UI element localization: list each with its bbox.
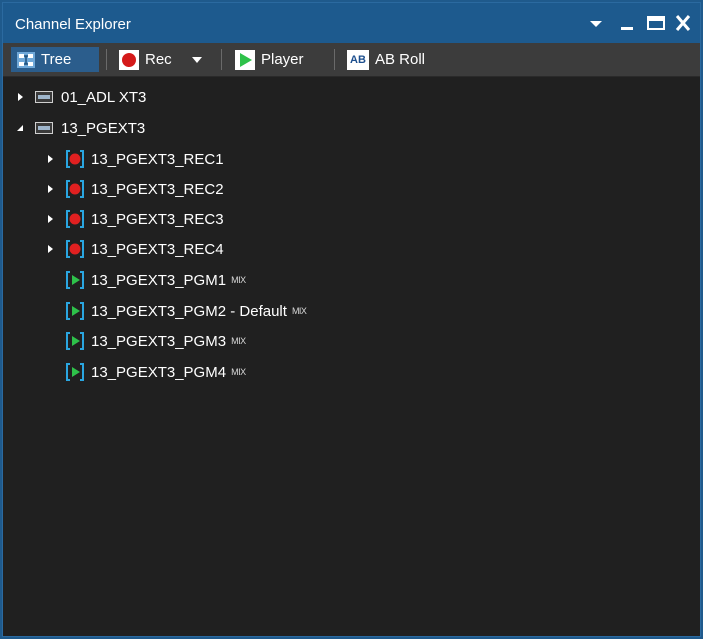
toolbar-divider: [221, 49, 222, 70]
mix-badge: MIX: [231, 367, 246, 377]
mix-badge: MIX: [231, 336, 246, 346]
close-icon[interactable]: [673, 14, 693, 32]
device-icon: [35, 122, 53, 134]
tree-icon: [17, 51, 35, 68]
tree-node[interactable]: 13_PGEXT3: [13, 114, 145, 142]
tree-item-label: 13_PGEXT3_REC3: [91, 210, 224, 228]
record-icon: [119, 49, 139, 70]
tree-item-pgm[interactable]: 13_PGEXT3_PGM2 - Default MIX: [65, 297, 307, 325]
chevron-down-icon: [191, 55, 203, 65]
collapse-arrow-icon[interactable]: [13, 121, 27, 135]
ab-roll-icon-text: AB: [350, 53, 366, 66]
tree-item-label: 13_PGEXT3_REC2: [91, 180, 224, 198]
tree-item-label: 13_PGEXT3_PGM1: [91, 271, 227, 289]
rec-button-label: Rec: [145, 51, 172, 68]
window-title: Channel Explorer: [15, 16, 131, 33]
mix-badge: MIX: [231, 275, 246, 285]
channel-explorer-window: Channel Explorer Tree Rec Player AB AB R…: [2, 2, 701, 637]
rec-dropdown-button[interactable]: [187, 47, 213, 72]
tree-item-rec[interactable]: 13_PGEXT3_REC4: [43, 235, 224, 263]
record-icon: [65, 239, 85, 259]
tree-node-label: 13_PGEXT3: [61, 119, 146, 137]
record-icon: [65, 179, 85, 199]
player-icon: [65, 270, 85, 290]
expand-arrow-icon[interactable]: [13, 90, 27, 104]
play-icon: [235, 49, 255, 70]
maximize-icon[interactable]: [646, 14, 666, 32]
tree-item-rec[interactable]: 13_PGEXT3_REC2: [43, 175, 224, 203]
channel-tree: 01_ADL XT3 13_PGEXT3 13_PGEXT3_REC1 13_P…: [3, 77, 700, 636]
minimize-icon[interactable]: [620, 14, 634, 32]
ab-roll-button[interactable]: AB AB Roll: [341, 47, 431, 72]
tree-item-label: 13_PGEXT3_PGM2 - Default: [91, 302, 287, 320]
device-icon: [35, 91, 53, 103]
tree-item-pgm[interactable]: 13_PGEXT3_PGM4 MIX: [65, 358, 246, 386]
player-button-label: Player: [261, 51, 304, 68]
rec-button[interactable]: Rec: [113, 47, 178, 72]
player-icon: [65, 301, 85, 321]
ab-roll-button-label: AB Roll: [375, 51, 426, 68]
tree-item-pgm[interactable]: 13_PGEXT3_PGM1 MIX: [65, 266, 246, 294]
player-icon: [65, 331, 85, 351]
expand-arrow-icon[interactable]: [43, 182, 57, 196]
tree-item-label: 13_PGEXT3_REC1: [91, 150, 224, 168]
expand-arrow-icon[interactable]: [43, 242, 57, 256]
record-icon: [65, 209, 85, 229]
ab-roll-icon: AB: [347, 49, 369, 70]
tree-item-rec[interactable]: 13_PGEXT3_REC1: [43, 145, 224, 173]
expand-arrow-icon[interactable]: [43, 152, 57, 166]
mix-badge: MIX: [291, 306, 307, 316]
title-bar[interactable]: Channel Explorer: [3, 3, 700, 43]
tree-node-label: 01_ADL XT3: [61, 88, 147, 106]
tree-view-button[interactable]: Tree: [11, 47, 99, 72]
toolbar-divider: [334, 49, 335, 70]
tree-item-label: 13_PGEXT3_PGM4: [91, 363, 227, 381]
tree-item-label: 13_PGEXT3_REC4: [91, 240, 224, 258]
tree-node[interactable]: 01_ADL XT3: [13, 83, 146, 111]
tree-item-pgm[interactable]: 13_PGEXT3_PGM3 MIX: [65, 327, 246, 355]
dropdown-menu-icon[interactable]: [589, 14, 603, 32]
tree-item-rec[interactable]: 13_PGEXT3_REC3: [43, 205, 224, 233]
toolbar-divider: [106, 49, 107, 70]
tree-button-label: Tree: [41, 51, 72, 68]
player-icon: [65, 362, 85, 382]
expand-arrow-icon[interactable]: [43, 212, 57, 226]
toolbar: Tree Rec Player AB AB Roll: [3, 43, 700, 77]
player-button[interactable]: Player: [229, 47, 310, 72]
record-icon: [65, 149, 85, 169]
tree-item-label: 13_PGEXT3_PGM3: [91, 332, 227, 350]
